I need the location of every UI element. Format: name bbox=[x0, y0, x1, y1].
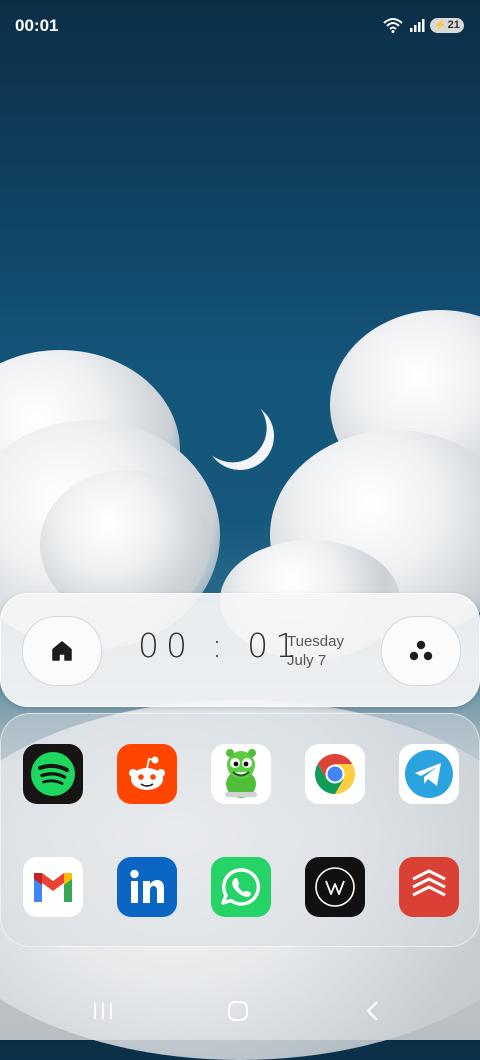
whatsapp-icon bbox=[221, 868, 261, 906]
crescent-moon bbox=[203, 399, 277, 473]
app-dock bbox=[0, 713, 480, 947]
clock-widget: 00 : 01 Tuesday July 7 bbox=[0, 593, 480, 707]
telegram-icon bbox=[405, 750, 453, 798]
battery-level: 21 bbox=[447, 19, 460, 31]
gummy-bear-icon bbox=[225, 749, 257, 798]
spotify-icon bbox=[31, 752, 75, 796]
whatsapp-app[interactable] bbox=[211, 857, 271, 917]
home-button[interactable] bbox=[218, 994, 258, 1028]
wifi-icon bbox=[383, 18, 403, 33]
battery-indicator: ⚡ 21 bbox=[430, 17, 464, 33]
widget-clock: 00 : 01 bbox=[138, 626, 304, 665]
charging-icon: ⚡ bbox=[434, 19, 447, 31]
status-icons: ⚡ 21 bbox=[382, 17, 464, 33]
status-bar: 00:01 ⚡ 21 bbox=[0, 0, 480, 52]
gmail-icon bbox=[34, 873, 72, 902]
recent-apps-button[interactable] bbox=[83, 994, 123, 1028]
back-icon bbox=[366, 1001, 378, 1021]
navigation-bar bbox=[0, 980, 480, 1040]
chrome-icon bbox=[315, 754, 355, 794]
recent-apps-icon bbox=[94, 1003, 112, 1019]
home-shortcut-button[interactable] bbox=[22, 616, 102, 686]
more-button[interactable] bbox=[381, 616, 461, 686]
chrome-app[interactable] bbox=[305, 744, 365, 804]
gmail-app[interactable] bbox=[23, 857, 83, 917]
w-icon bbox=[315, 867, 355, 907]
three-dots-icon bbox=[409, 640, 433, 661]
back-button[interactable] bbox=[353, 994, 393, 1028]
reddit-icon bbox=[129, 756, 165, 790]
home-circle-icon bbox=[228, 1001, 248, 1021]
todoist-app[interactable] bbox=[399, 857, 459, 917]
todoist-icon bbox=[412, 869, 446, 897]
widget-month-day: July 7 bbox=[287, 652, 327, 669]
signal-icon bbox=[410, 19, 425, 32]
status-time: 00:01 bbox=[15, 16, 59, 35]
home-icon bbox=[52, 641, 72, 661]
linkedin-app[interactable] bbox=[117, 857, 177, 917]
widget-day: Tuesday bbox=[287, 633, 344, 650]
wattpad-app[interactable] bbox=[305, 857, 365, 917]
linkedin-icon bbox=[130, 869, 164, 903]
spotify-app[interactable] bbox=[23, 744, 83, 804]
widget-date: Tuesday July 7 bbox=[287, 632, 344, 670]
telegram-app[interactable] bbox=[399, 744, 459, 804]
reddit-app[interactable] bbox=[117, 744, 177, 804]
gummy-bear-app[interactable] bbox=[211, 744, 271, 804]
